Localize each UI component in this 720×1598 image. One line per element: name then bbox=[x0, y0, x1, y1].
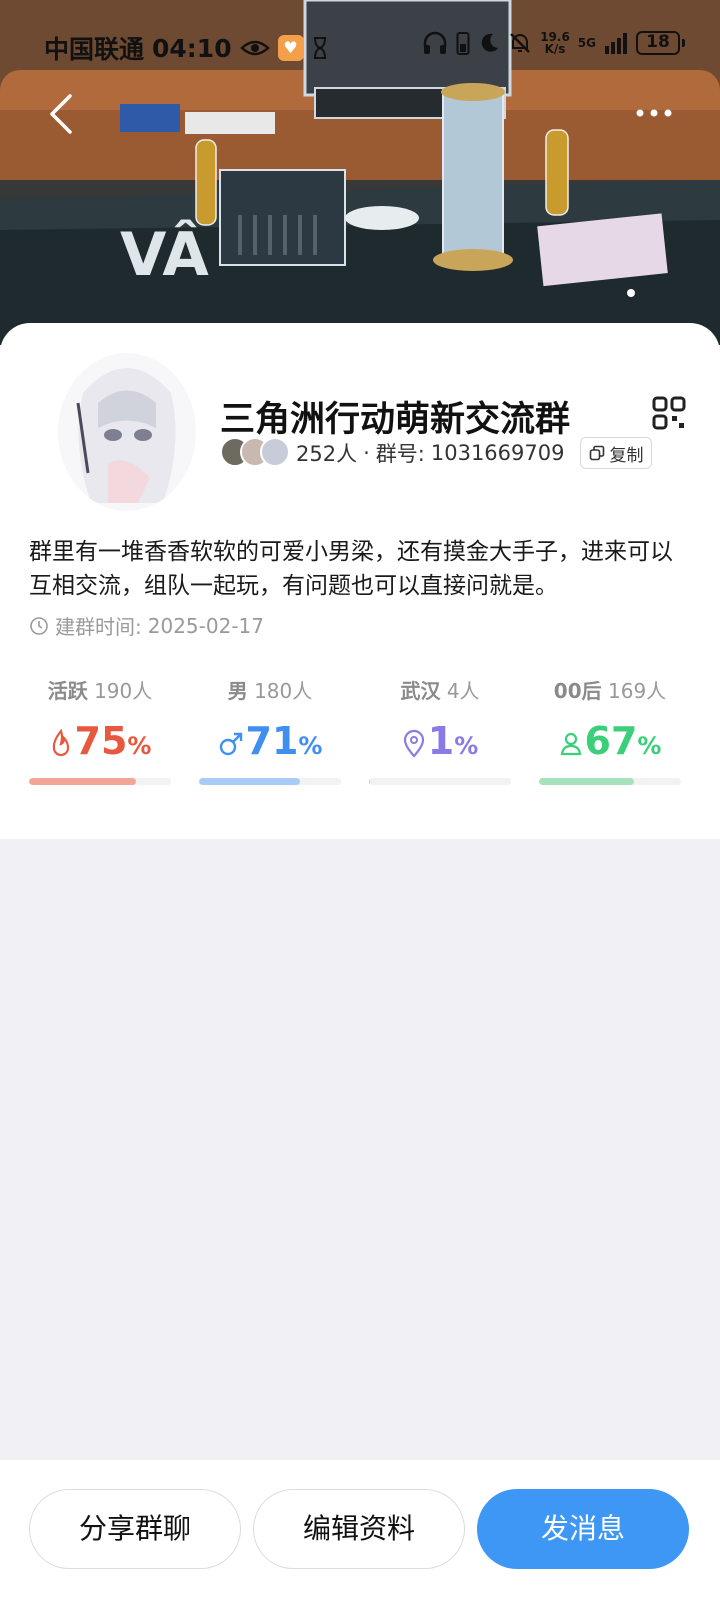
stat-location: 武汉 4人 1% bbox=[369, 675, 511, 795]
stat-label: 武汉 bbox=[400, 679, 441, 703]
clock: 04:10 bbox=[152, 33, 232, 63]
qr-code-icon[interactable] bbox=[652, 396, 686, 430]
group-avatar[interactable] bbox=[58, 353, 196, 511]
stat-value: 75% bbox=[29, 719, 171, 763]
stat-bar-track bbox=[539, 778, 681, 785]
svg-text:VÂ: VÂ bbox=[120, 219, 209, 290]
more-options-icon[interactable] bbox=[634, 100, 674, 126]
bottom-action-bar: 分享群聊 编辑资料 发消息 bbox=[0, 1460, 720, 1598]
stat-label: 男 bbox=[227, 679, 248, 703]
stat-bar-fill bbox=[199, 778, 300, 785]
status-bar: 中国联通 04:10 ♥ 19.6 K/s 5G 18 bbox=[0, 26, 720, 66]
network-speed: 19.6 K/s bbox=[540, 30, 570, 56]
stat-bar-fill bbox=[29, 778, 136, 785]
carousel-indicator bbox=[627, 289, 635, 297]
copy-button-label: 复制 bbox=[609, 445, 644, 466]
stat-active: 活跃 190人 75% bbox=[29, 675, 171, 795]
stat-label: 活跃 bbox=[47, 679, 88, 703]
phone-battery-icon bbox=[456, 32, 470, 55]
group-meta-row: 252人 · 群号: 1031669709 复制 bbox=[220, 436, 653, 470]
stat-bar-track bbox=[369, 778, 511, 785]
eye-icon bbox=[239, 40, 270, 56]
member-avatars[interactable] bbox=[220, 437, 290, 469]
headphones-icon bbox=[423, 31, 447, 54]
stat-count: 180人 bbox=[254, 679, 313, 703]
battery-indicator: 18 bbox=[636, 31, 685, 55]
mute-bell-icon bbox=[510, 33, 531, 53]
member-count: 252人 bbox=[296, 442, 358, 466]
stat-value: 71% bbox=[199, 719, 341, 763]
stat-male: 男 180人 71% bbox=[199, 675, 341, 795]
male-icon bbox=[219, 732, 242, 755]
moon-icon bbox=[481, 33, 499, 52]
created-date: 2025-02-17 bbox=[147, 613, 264, 638]
stat-count: 190人 bbox=[94, 679, 153, 703]
created-date-row: 建群时间: 2025-02-17 bbox=[29, 611, 264, 640]
copy-icon bbox=[590, 445, 605, 461]
stat-value: 1% bbox=[369, 719, 511, 763]
stat-bar-fill bbox=[539, 778, 635, 785]
back-arrow-icon[interactable] bbox=[44, 92, 80, 136]
person-icon bbox=[560, 732, 581, 755]
meta-separator: · bbox=[363, 441, 370, 465]
send-message-button[interactable]: 发消息 bbox=[477, 1489, 689, 1569]
stat-count: 4人 bbox=[446, 679, 480, 703]
carrier-label: 中国联通 bbox=[44, 35, 145, 64]
member-avatar bbox=[260, 437, 290, 467]
edit-profile-button[interactable]: 编辑资料 bbox=[253, 1489, 465, 1569]
created-label: 建群时间: bbox=[55, 615, 142, 639]
copy-button[interactable]: 复制 bbox=[580, 437, 653, 469]
stat-count: 169人 bbox=[608, 679, 667, 703]
stat-label: 00后 bbox=[553, 679, 602, 703]
stat-bar-track bbox=[199, 778, 341, 785]
group-description: 群里有一堆香香软软的可爱小男梁，还有摸金大手子，进来可以互相交流，组队一起玩，有… bbox=[29, 539, 673, 599]
flame-icon bbox=[52, 728, 69, 756]
location-pin-icon bbox=[403, 729, 424, 758]
stat-bar-track bbox=[29, 778, 171, 785]
share-group-button[interactable]: 分享群聊 bbox=[29, 1489, 241, 1569]
hourglass-icon bbox=[313, 37, 326, 59]
stat-bar-fill bbox=[369, 778, 371, 785]
clock-icon bbox=[30, 616, 48, 635]
stat-value: 67% bbox=[539, 719, 681, 763]
group-number-label: 群号: bbox=[375, 442, 425, 466]
signal-icon bbox=[605, 33, 627, 54]
stat-age: 00后 169人 67% bbox=[539, 675, 681, 795]
group-info-card: 三角洲行动萌新交流群 252人 · 群号: 1031669709 复制 群里有一… bbox=[0, 323, 720, 839]
cover-image: VÂ 中国联通 04:10 ♥ 19.6 K/s 5G 18 bbox=[0, 0, 720, 345]
group-stats: 活跃 190人 75% 男 180人 71% 武汉 4人 1% 00后 169人… bbox=[29, 675, 691, 795]
group-number: 1031669709 bbox=[430, 441, 565, 465]
network-type: 5G bbox=[577, 36, 596, 50]
app-notification-icon: ♥ bbox=[277, 35, 304, 61]
group-name: 三角洲行动萌新交流群 bbox=[220, 400, 571, 440]
